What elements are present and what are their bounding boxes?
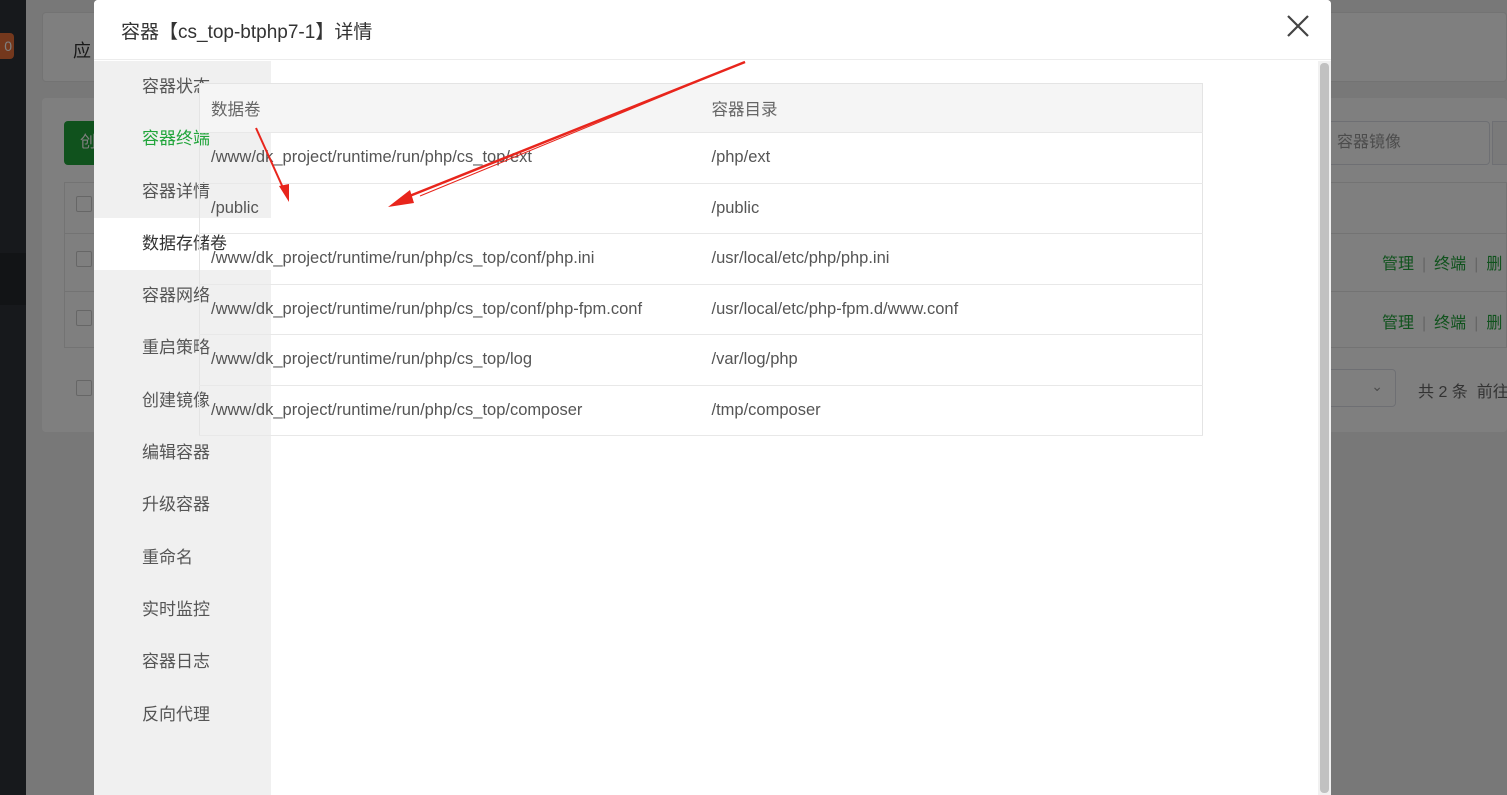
volume-path: /www/dk_project/runtime/run/php/cs_top/c… [199,284,701,335]
volume-path: /www/dk_project/runtime/run/php/cs_top/c… [199,385,701,436]
container-dir: /public [700,183,1203,234]
container-dir: /php/ext [700,132,1203,184]
nav-item-realtime-monitor[interactable]: 实时监控 [94,584,271,636]
table-row: /public /public [199,183,1203,234]
volume-path: /www/dk_project/runtime/run/php/cs_top/l… [199,334,701,386]
container-dir: /tmp/composer [700,385,1203,436]
modal-title: 容器【cs_top-btphp7-1】详情 [121,22,373,43]
scrollbar-thumb[interactable] [1320,63,1329,793]
container-dir: /var/log/php [700,334,1203,386]
table-header-row: 数据卷 容器目录 [199,83,1203,133]
table-row: /www/dk_project/runtime/run/php/cs_top/e… [199,132,1203,184]
volume-path: /www/dk_project/runtime/run/php/cs_top/e… [199,132,701,184]
volume-path: /www/dk_project/runtime/run/php/cs_top/c… [199,233,701,285]
column-header-container-dir: 容器目录 [700,83,1203,133]
volume-path: /public [199,183,701,234]
modal-header: 容器【cs_top-btphp7-1】详情 [94,0,1331,60]
volumes-table: 数据卷 容器目录 /www/dk_project/runtime/run/php… [199,83,1203,436]
modal-scrollbar[interactable] [1318,61,1331,795]
table-row: /www/dk_project/runtime/run/php/cs_top/l… [199,334,1203,386]
nav-item-upgrade-container[interactable]: 升级容器 [94,479,271,531]
container-dir: /usr/local/etc/php-fpm.d/www.conf [700,284,1203,335]
nav-item-container-logs[interactable]: 容器日志 [94,636,271,688]
table-row: /www/dk_project/runtime/run/php/cs_top/c… [199,284,1203,335]
column-header-volume: 数据卷 [199,83,701,133]
nav-item-reverse-proxy[interactable]: 反向代理 [94,689,271,741]
table-row: /www/dk_project/runtime/run/php/cs_top/c… [199,233,1203,285]
nav-item-rename[interactable]: 重命名 [94,532,271,584]
container-dir: /usr/local/etc/php/php.ini [700,233,1203,285]
table-row: /www/dk_project/runtime/run/php/cs_top/c… [199,385,1203,436]
close-icon[interactable] [1284,12,1312,40]
